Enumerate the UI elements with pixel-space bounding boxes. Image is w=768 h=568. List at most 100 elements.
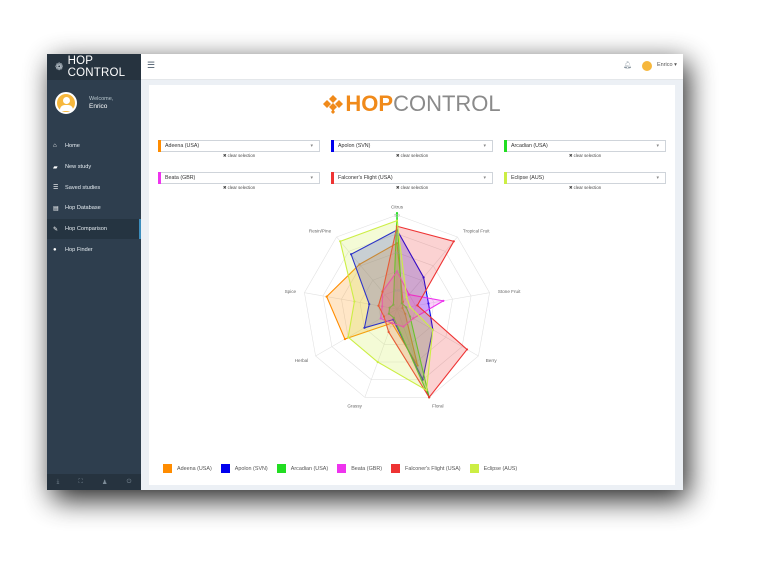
legend-item[interactable]: Falconer's Flight (USA) [391, 464, 461, 473]
select-value: Apolon (SVN) [338, 143, 371, 149]
clear-selection-3[interactable]: ✖ clear selection [504, 153, 666, 159]
data-point [425, 389, 428, 392]
select-color-bar [158, 140, 161, 152]
data-point [428, 396, 431, 399]
bell-icon[interactable]: 🔔︎ [623, 61, 632, 69]
hop-select-5[interactable]: Falconer's Flight (USA) ▾ [331, 172, 493, 184]
axis-label: Floral [432, 403, 444, 408]
home-icon: ⌂ [53, 143, 57, 150]
tick-label: 1.0 [394, 288, 400, 293]
axis-label: Stone Fruit [498, 289, 521, 294]
list-icon: ☰ [53, 185, 59, 192]
axis-label: Tropical Fruit [463, 229, 490, 234]
axis-label: Grassy [347, 403, 362, 408]
chevron-down-icon: ▾ [310, 175, 313, 181]
legend-swatch [163, 464, 172, 473]
app-window: ❁ HOP CONTROL Welcome, Enrico ⌂ Home ▰ N… [47, 54, 683, 490]
sidebar-item-hop-comparison[interactable]: ✎ Hop Comparison [47, 218, 141, 240]
chevron-down-icon: ▾ [483, 175, 486, 181]
search-icon: ● [53, 246, 57, 253]
data-point [431, 328, 434, 331]
data-point [452, 240, 455, 243]
legend-swatch [337, 464, 347, 473]
select-value: Arcadian (USA) [511, 143, 548, 149]
main-content: HOPCONTROL Adeena (USA) ▾ ✖ clear select… [149, 85, 675, 485]
user-panel: Welcome, Enrico [47, 80, 141, 126]
topbar-user-menu[interactable]: Enrico ▾ [657, 62, 677, 68]
hop-select-2[interactable]: Apolon (SVN) ▾ [331, 140, 493, 152]
select-value: Beata (GBR) [165, 175, 196, 181]
sidebar-item-new-study[interactable]: ▰ New study [47, 157, 141, 178]
data-point [376, 360, 379, 364]
legend-item[interactable]: Beata (GBR) [337, 464, 382, 473]
download-icon[interactable]: ⤓ [57, 479, 60, 486]
welcome-text: Welcome, [89, 96, 114, 102]
clear-selection-4[interactable]: ✖ clear selection [158, 185, 320, 191]
data-point [353, 300, 356, 303]
radar-chart: 5.0 4.0 3.0 2.0 1.0 Citrus Tropical Fruit Stone… [285, 205, 521, 408]
top-bar: ☰ 🔔︎ Enrico ▾ [141, 54, 683, 80]
sidebar-brand[interactable]: ❁ HOP CONTROL [47, 54, 141, 80]
data-point [405, 296, 408, 299]
data-point [347, 336, 350, 339]
hamburger-menu-icon[interactable]: ☰ [147, 60, 155, 71]
sidebar-item-saved-studies[interactable]: ☰ Saved studies [47, 177, 141, 198]
hop-select-3[interactable]: Arcadian (USA) ▾ [504, 140, 666, 152]
tick-label: 5.0 [394, 213, 400, 218]
chevron-down-icon: ▾ [483, 143, 486, 149]
legend-swatch [276, 464, 286, 473]
axis-label: Berry [486, 358, 498, 363]
topbar-avatar[interactable] [641, 60, 653, 72]
data-point [408, 305, 412, 308]
select-value: Eclipse (AUS) [511, 175, 544, 181]
clear-selection-5[interactable]: ✖ clear selection [331, 185, 493, 191]
database-icon: ▤ [53, 205, 59, 212]
tick-label: 3.0 [394, 250, 400, 255]
axis-label: Citrus [391, 205, 404, 210]
power-icon[interactable]: ⏻ [127, 479, 132, 486]
legend-item[interactable]: Eclipse (AUS) [469, 464, 517, 473]
data-point [339, 240, 342, 243]
user-name: Enrico [89, 103, 108, 110]
legend-swatch [469, 464, 479, 473]
hopcontrol-logo: HOPCONTROL [149, 91, 675, 117]
tick-label: 4.0 [394, 231, 400, 236]
axis-label: Spice [285, 289, 297, 294]
sidebar-nav: ⌂ Home ▰ New study ☰ Saved studies ▤ Hop… [47, 136, 141, 260]
select-color-bar [331, 140, 334, 152]
clear-selection-6[interactable]: ✖ clear selection [504, 185, 666, 191]
sidebar-item-hop-finder[interactable]: ● Hop Finder [47, 239, 141, 260]
select-color-bar [504, 172, 507, 184]
sidebar-item-home[interactable]: ⌂ Home [47, 136, 141, 157]
sidebar-item-label: Hop Finder [65, 246, 93, 253]
sidebar-item-hop-database[interactable]: ▤ Hop Database [47, 198, 141, 219]
hop-select-4[interactable]: Beata (GBR) ▾ [158, 172, 320, 184]
clear-selection-2[interactable]: ✖ clear selection [331, 153, 493, 159]
flask-icon: ▰ [53, 164, 58, 171]
profile-icon[interactable]: ♟ [102, 479, 107, 486]
hop-select-6[interactable]: Eclipse (AUS) ▾ [504, 172, 666, 184]
select-color-bar [158, 172, 161, 184]
data-point [465, 348, 469, 351]
clear-selection-1[interactable]: ✖ clear selection [158, 153, 320, 159]
sidebar: ❁ HOP CONTROL Welcome, Enrico ⌂ Home ▰ N… [47, 54, 141, 490]
sidebar-item-label: Hop Database [65, 205, 101, 212]
legend-item[interactable]: Adeena (USA) [163, 464, 212, 473]
hop-select-1[interactable]: Adeena (USA) ▾ [158, 140, 320, 152]
fullscreen-icon[interactable]: ⛶ [79, 479, 83, 486]
chevron-down-icon: ▾ [310, 143, 313, 149]
data-point [442, 299, 445, 302]
chevron-down-icon: ▾ [656, 175, 659, 181]
data-point [416, 304, 419, 307]
sidebar-item-label: Home [65, 143, 80, 150]
data-point [325, 295, 328, 298]
select-color-bar [504, 140, 507, 152]
select-value: Adeena (USA) [165, 143, 200, 149]
wrench-icon: ✎ [53, 226, 59, 233]
legend-item[interactable]: Arcadian (USA) [276, 464, 328, 473]
data-point [395, 219, 399, 222]
legend-item[interactable]: Apolon (SVN) [220, 464, 268, 473]
tick-label: 2.0 [394, 269, 400, 274]
chevron-down-icon: ▾ [656, 143, 659, 149]
chart-legend: Adeena (USA) Apolon (SVN) Arcadian (USA)… [163, 464, 526, 473]
